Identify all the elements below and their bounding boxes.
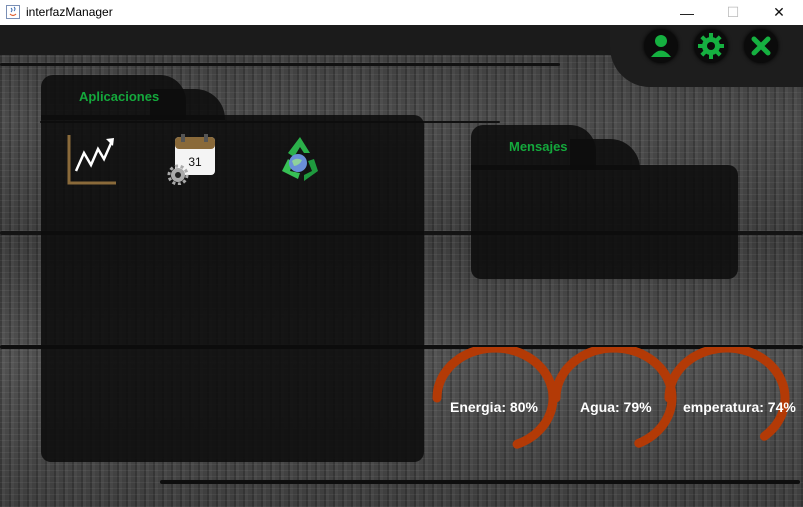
- java-icon: [6, 5, 20, 19]
- messages-panel-title: Mensajes: [509, 139, 568, 154]
- apps-panel-title: Aplicaciones: [79, 89, 160, 104]
- exit-button[interactable]: [744, 29, 778, 63]
- close-icon: [751, 36, 771, 56]
- gauge-label-agua: Agua: 79%: [580, 399, 652, 415]
- gauge-label-energia: Energia: 80%: [450, 399, 538, 415]
- gauge-arc: [551, 347, 677, 448]
- recycle-icon[interactable]: [274, 133, 326, 185]
- wood-crack: [0, 63, 560, 66]
- settings-button[interactable]: [694, 29, 728, 63]
- user-button[interactable]: [644, 29, 678, 63]
- minimize-button[interactable]: —: [664, 0, 710, 25]
- gauge-arc: [664, 347, 790, 441]
- user-icon: [651, 35, 671, 57]
- window-titlebar: interfazManager — ☐ ✕: [0, 0, 803, 26]
- messages-panel: [471, 165, 738, 279]
- maximize-button[interactable]: ☐: [710, 0, 756, 25]
- calendar-day: 31: [188, 155, 202, 169]
- main-area: Aplicaciones 31 Mensajes Energia: 80% Ag…: [0, 25, 803, 507]
- chart-icon[interactable]: [66, 133, 118, 185]
- calendar-icon[interactable]: 31: [166, 133, 218, 185]
- gauge-arc: [432, 347, 558, 449]
- wood-crack: [160, 480, 800, 484]
- close-window-button[interactable]: ✕: [756, 0, 802, 25]
- gauge-label-temperatura: emperatura: 74%: [683, 399, 796, 415]
- window-title: interfazManager: [26, 5, 113, 19]
- gear-icon: [698, 33, 724, 59]
